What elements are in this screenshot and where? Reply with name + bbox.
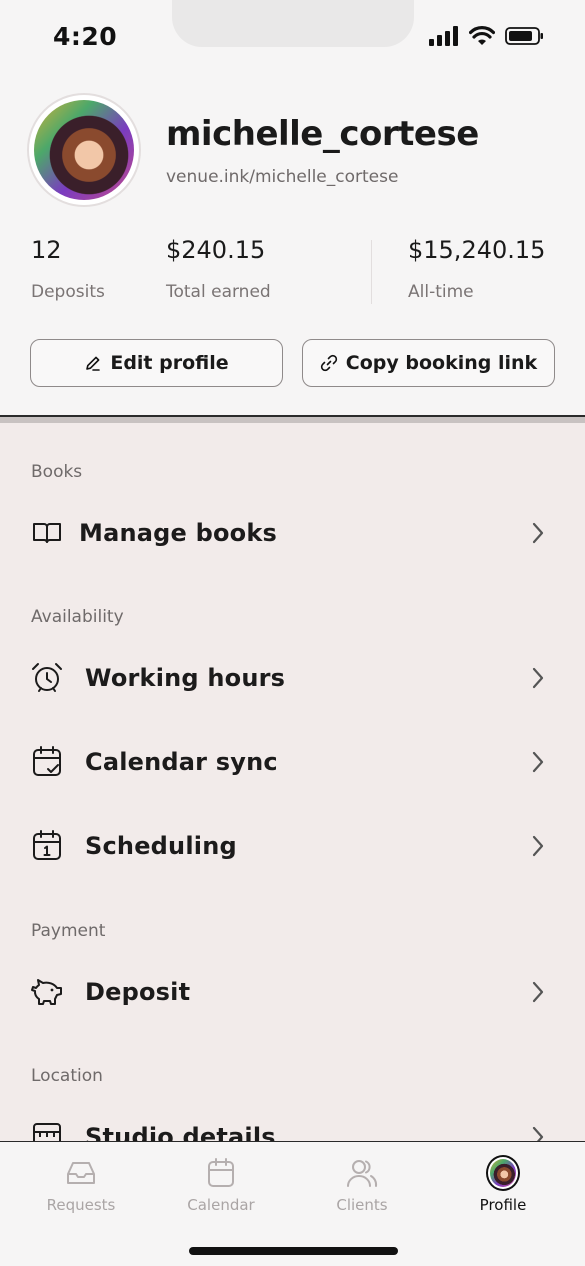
row-calendar-sync[interactable]: Calendar sync <box>0 732 585 792</box>
users-icon <box>345 1156 379 1190</box>
row-label: Deposit <box>85 978 191 1006</box>
stat-label: Total earned <box>166 282 271 302</box>
stat-label: Deposits <box>31 282 105 302</box>
copy-booking-link-button[interactable]: Copy booking link <box>302 339 555 387</box>
piggy-bank-icon <box>30 975 64 1009</box>
edit-profile-label: Edit profile <box>110 352 229 374</box>
section-title-availability: Availability <box>31 607 124 627</box>
stat-label: All-time <box>408 282 474 302</box>
stat-value: $15,240.15 <box>408 236 546 264</box>
row-label: Calendar sync <box>85 748 278 776</box>
signal-icon <box>429 26 458 46</box>
stat-value: 12 <box>31 236 62 264</box>
wifi-icon <box>469 26 495 45</box>
row-label: Scheduling <box>85 832 237 860</box>
pencil-icon <box>86 356 101 371</box>
profile-header: michelle_cortese venue.ink/michelle_cort… <box>0 80 585 416</box>
avatar <box>486 1155 520 1191</box>
home-indicator <box>189 1247 398 1255</box>
row-working-hours[interactable]: Working hours <box>0 648 585 708</box>
section-title-location: Location <box>31 1066 103 1086</box>
calendar-icon <box>204 1156 238 1190</box>
tab-label: Calendar <box>187 1196 255 1214</box>
chevron-right-icon <box>532 981 544 1003</box>
studio-icon <box>30 1120 64 1143</box>
username: michelle_cortese <box>166 114 479 154</box>
tab-clients[interactable]: Clients <box>307 1156 417 1214</box>
tab-label: Clients <box>336 1196 388 1214</box>
section-title-payment: Payment <box>31 921 106 941</box>
status-bar: 4:20 <box>0 0 585 80</box>
stat-divider <box>371 240 372 304</box>
row-label: Manage books <box>79 519 277 547</box>
tab-bar: Requests Calendar Clients Profile <box>0 1141 585 1266</box>
notch <box>172 0 414 47</box>
row-studio-details[interactable]: Studio details <box>0 1107 585 1143</box>
row-scheduling[interactable]: Scheduling <box>0 816 585 876</box>
stat-deposits: 12 Deposits <box>31 236 105 302</box>
tab-requests[interactable]: Requests <box>26 1156 136 1214</box>
edit-profile-button[interactable]: Edit profile <box>30 339 283 387</box>
copy-booking-link-label: Copy booking link <box>345 352 538 374</box>
chevron-right-icon <box>532 835 544 857</box>
tab-label: Profile <box>479 1196 527 1214</box>
status-time: 4:20 <box>53 22 118 51</box>
row-label: Studio details <box>85 1123 276 1143</box>
row-manage-books[interactable]: Manage books <box>0 503 585 563</box>
avatar[interactable] <box>27 93 141 207</box>
booking-url: venue.ink/michelle_cortese <box>166 167 399 187</box>
row-label: Working hours <box>85 664 286 692</box>
status-icons <box>429 26 545 46</box>
chevron-right-icon <box>532 667 544 689</box>
settings-list[interactable]: Books Manage books Availability Working … <box>0 423 585 1143</box>
tab-label: Requests <box>46 1196 116 1214</box>
stat-all-time: $15,240.15 All-time <box>408 236 545 302</box>
section-title-books: Books <box>31 462 83 482</box>
battery-icon <box>505 27 543 45</box>
chevron-right-icon <box>532 522 544 544</box>
inbox-icon <box>64 1156 98 1190</box>
stat-total-earned: $240.15 Total earned <box>166 236 271 302</box>
alarm-clock-icon <box>30 661 64 695</box>
link-icon <box>320 354 337 372</box>
row-deposit[interactable]: Deposit <box>0 962 585 1022</box>
tab-calendar[interactable]: Calendar <box>166 1156 276 1214</box>
calendar-day-icon <box>30 829 64 863</box>
stat-value: $240.15 <box>166 236 266 264</box>
book-icon <box>30 516 64 550</box>
calendar-check-icon <box>30 745 64 779</box>
tab-profile[interactable]: Profile <box>448 1155 558 1214</box>
chevron-right-icon <box>532 751 544 773</box>
